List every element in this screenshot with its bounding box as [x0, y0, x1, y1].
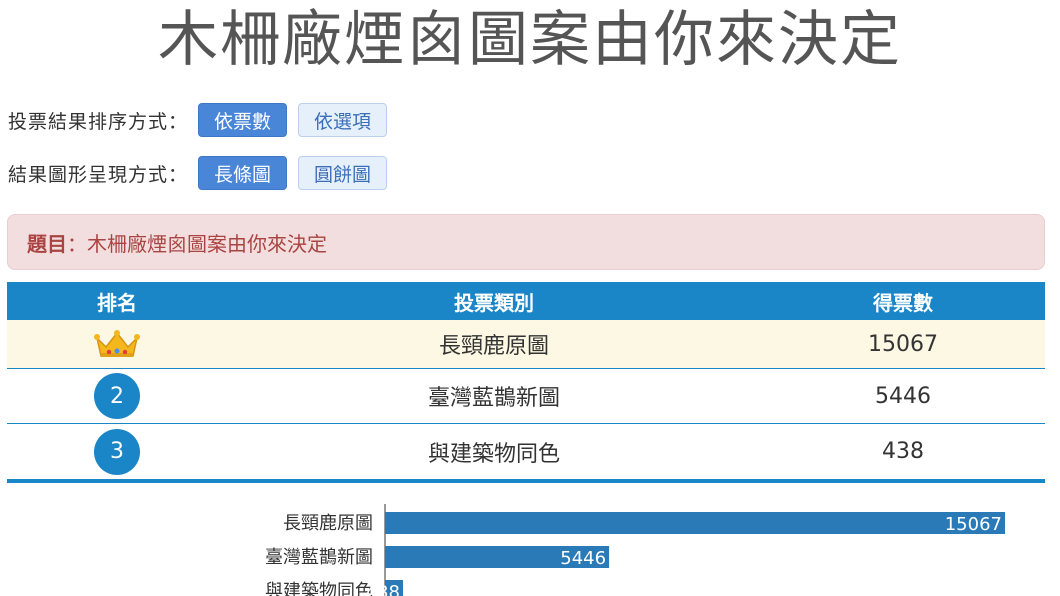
votes-cell: 438: [882, 439, 924, 464]
table-row: 2 臺灣藍鵲新圖 5446: [7, 369, 1045, 424]
display-options-label: 結果圖形呈現方式：: [8, 163, 189, 186]
rank-badge: 3: [94, 428, 140, 475]
votes-cell: 15067: [868, 331, 938, 357]
rank-cell: 2: [7, 373, 227, 419]
bar: [385, 512, 1005, 534]
bar-chart-button[interactable]: 長條圖: [198, 156, 288, 190]
header-rank: 排名: [97, 290, 137, 315]
category-cell: 長頸鹿原圖: [438, 334, 549, 359]
topic-text: 木柵廠煙囪圖案由你來決定: [87, 231, 327, 256]
bar-category-label: 與建築物同色: [265, 581, 373, 596]
topic-label: 題目: [27, 231, 67, 256]
display-options: 結果圖形呈現方式： 長條圖 圓餅圖: [8, 156, 398, 190]
category-cell: 與建築物同色: [427, 441, 560, 467]
sort-by-option-button[interactable]: 依選項: [298, 103, 388, 137]
table-row: 3 與建築物同色 438: [7, 424, 1045, 479]
header-votes: 得票數: [873, 290, 933, 315]
page-title: 木柵廠煙囪圖案由你來決定: [158, 5, 902, 75]
bar-value-label: 15067: [945, 514, 1002, 535]
sort-options: 投票結果排序方式： 依票數 依選項: [8, 103, 398, 137]
bar-category-label: 長頸鹿原圖: [283, 513, 373, 534]
category-cell: 臺灣藍鵲新圖: [427, 386, 560, 411]
table-row: 長頸鹿原圖 15067: [7, 320, 1045, 369]
results-bar-chart: 長頸鹿原圖 15067 臺灣藍鵲新圖 5446 與建築物同色438: [265, 504, 1005, 596]
topic-separator: ：: [67, 231, 87, 256]
bar-value-label: 5446: [560, 548, 606, 569]
bar-category-label: 臺灣藍鵲新圖: [265, 547, 373, 568]
header-category: 投票類別: [454, 290, 534, 315]
rank-cell: [7, 328, 227, 360]
results-table: 排名 投票類別 得票數 長頸鹿原圖 15067 2 臺灣藍鵲新圖 5446 3 …: [7, 282, 1045, 483]
pie-chart-button[interactable]: 圓餅圖: [298, 156, 388, 190]
bar-value-label: 438: [366, 582, 400, 596]
sort-options-label: 投票結果排序方式：: [8, 110, 189, 133]
topic-alert: 題目：木柵廠煙囪圖案由你來決定: [7, 214, 1045, 270]
rank-badge: 2: [94, 373, 140, 419]
crown-icon: [94, 330, 140, 357]
sort-by-votes-button[interactable]: 依票數: [198, 103, 288, 137]
rank-cell: 3: [7, 428, 227, 475]
table-header: 排名 投票類別 得票數: [7, 282, 1045, 320]
votes-cell: 5446: [875, 383, 931, 409]
